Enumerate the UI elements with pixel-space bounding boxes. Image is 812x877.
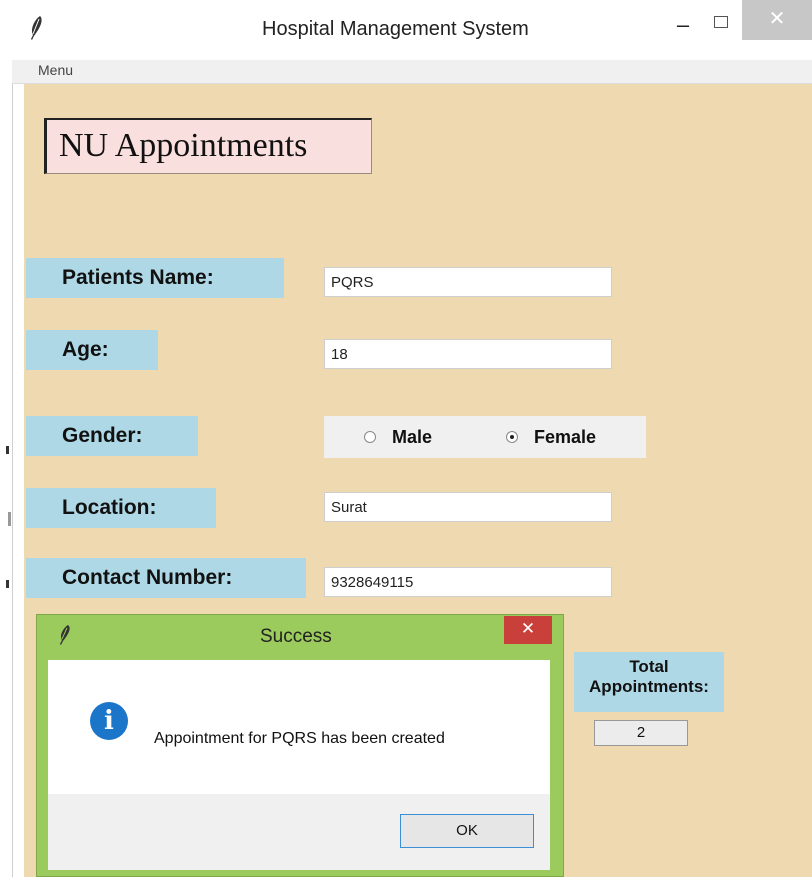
patient-name-label: Patients Name: [26,258,284,298]
ok-button[interactable]: OK [400,814,534,848]
desktop-mark [8,512,11,526]
patient-name-field[interactable]: PQRS [324,267,612,297]
dialog-close-button[interactable]: ✕ [504,616,552,644]
page-title: NU Appointments [44,118,372,174]
age-label: Age: [26,330,158,370]
location-field[interactable]: Surat [324,492,612,522]
total-appointments-value: 2 [594,720,688,746]
desktop-mark [6,580,9,588]
desktop-edge [0,0,12,877]
feather-icon [60,625,70,645]
feather-icon [31,16,42,40]
info-icon: i [90,702,128,740]
age-field[interactable]: 18 [324,339,612,369]
maximize-icon [714,16,728,28]
radio-female-label[interactable]: Female [534,427,596,448]
minimize-button[interactable]: – [668,14,698,40]
total-appointments-label: Total Appointments: [574,652,724,712]
gender-radio-group: Male Female [324,416,646,458]
desktop-mark [6,446,9,454]
dialog-message: Appointment for PQRS has been created [154,730,445,747]
contact-number-field[interactable]: 9328649115 [324,567,612,597]
window-title: Hospital Management System [262,18,529,40]
radio-male[interactable] [364,431,376,443]
radio-male-label[interactable]: Male [392,427,432,448]
contact-number-label: Contact Number: [26,558,306,598]
radio-female[interactable] [506,431,518,443]
menu-bar [12,60,812,84]
close-button[interactable]: ✕ [742,0,812,40]
menu-item-menu[interactable]: Menu [38,62,73,78]
maximize-button[interactable] [706,14,736,38]
dialog-title: Success [260,626,332,647]
location-label: Location: [26,488,216,528]
gender-label: Gender: [26,416,198,456]
